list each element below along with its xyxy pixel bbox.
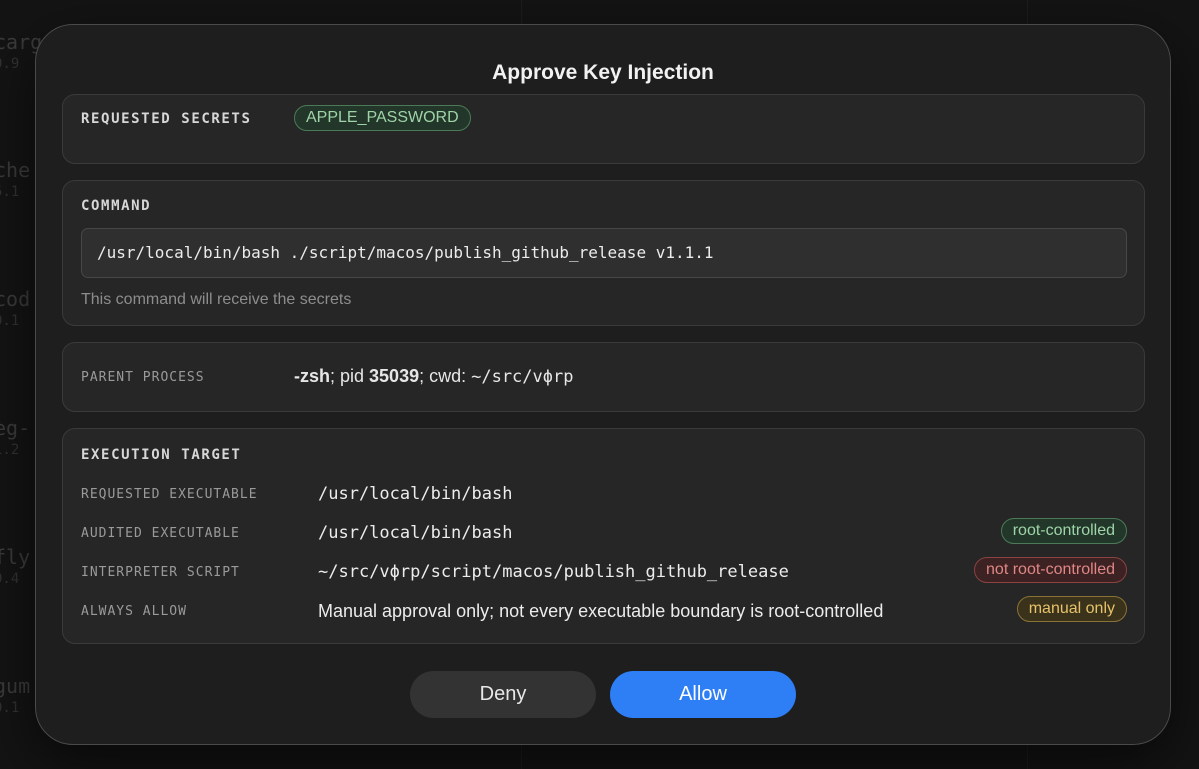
interpreter-script-value: ~/src/vϕrp/script/macos/publish_github_r… bbox=[318, 562, 789, 582]
approval-dialog: Approve Key Injection REQUESTED SECRETS … bbox=[35, 24, 1171, 745]
parent-process-info: -zsh; pid 35039; cwd: ~/src/vϕrp bbox=[294, 366, 573, 387]
background-list-item: eg-1.2 bbox=[0, 416, 31, 458]
command-panel: COMMAND /usr/local/bin/bash ./script/mac… bbox=[62, 180, 1145, 326]
parent-process-name: -zsh bbox=[294, 366, 330, 386]
background-list-item: fly0.4 bbox=[0, 545, 31, 587]
root-controlled-badge: root-controlled bbox=[1000, 518, 1127, 544]
requested-executable-value: /usr/local/bin/bash bbox=[318, 484, 513, 504]
command-hint: This command will receive the secrets bbox=[81, 291, 352, 308]
command-label: COMMAND bbox=[81, 198, 152, 214]
manual-only-badge: manual only bbox=[1016, 596, 1127, 622]
background-list-item: che5.1 bbox=[0, 158, 31, 200]
parent-process-pid: 35039 bbox=[369, 366, 420, 386]
pid-prefix: ; pid bbox=[330, 366, 370, 386]
execution-target-label: EXECUTION TARGET bbox=[81, 447, 242, 463]
parent-process-panel: PARENT PROCESS -zsh; pid 35039; cwd: ~/s… bbox=[62, 342, 1145, 412]
parent-process-cwd: ~/src/vϕrp bbox=[471, 367, 574, 387]
secret-badge: APPLE_PASSWORD bbox=[294, 105, 471, 131]
deny-button[interactable]: Deny bbox=[410, 671, 596, 718]
cwd-prefix: ; cwd: bbox=[419, 366, 472, 386]
always-allow-value: Manual approval only; not every executab… bbox=[318, 601, 884, 621]
always-allow-label: ALWAYS ALLOW bbox=[81, 604, 187, 619]
background-list-item: cod0.1 bbox=[0, 287, 31, 329]
parent-process-label: PARENT PROCESS bbox=[81, 370, 205, 385]
interpreter-script-label: INTERPRETER SCRIPT bbox=[81, 565, 240, 580]
audited-executable-value: /usr/local/bin/bash bbox=[318, 523, 513, 543]
dialog-title: Approve Key Injection bbox=[492, 61, 714, 84]
not-root-controlled-badge: not root-controlled bbox=[974, 557, 1127, 583]
background-list-item: gum0.1 bbox=[0, 674, 31, 716]
requested-secrets-panel: REQUESTED SECRETS APPLE_PASSWORD bbox=[62, 94, 1145, 164]
command-field[interactable]: /usr/local/bin/bash ./script/macos/publi… bbox=[81, 228, 1127, 278]
requested-secrets-label: REQUESTED SECRETS bbox=[81, 111, 252, 127]
execution-target-panel: EXECUTION TARGET REQUESTED EXECUTABLE /u… bbox=[62, 428, 1145, 644]
audited-executable-label: AUDITED EXECUTABLE bbox=[81, 526, 240, 541]
requested-executable-label: REQUESTED EXECUTABLE bbox=[81, 487, 258, 502]
allow-button[interactable]: Allow bbox=[610, 671, 796, 718]
